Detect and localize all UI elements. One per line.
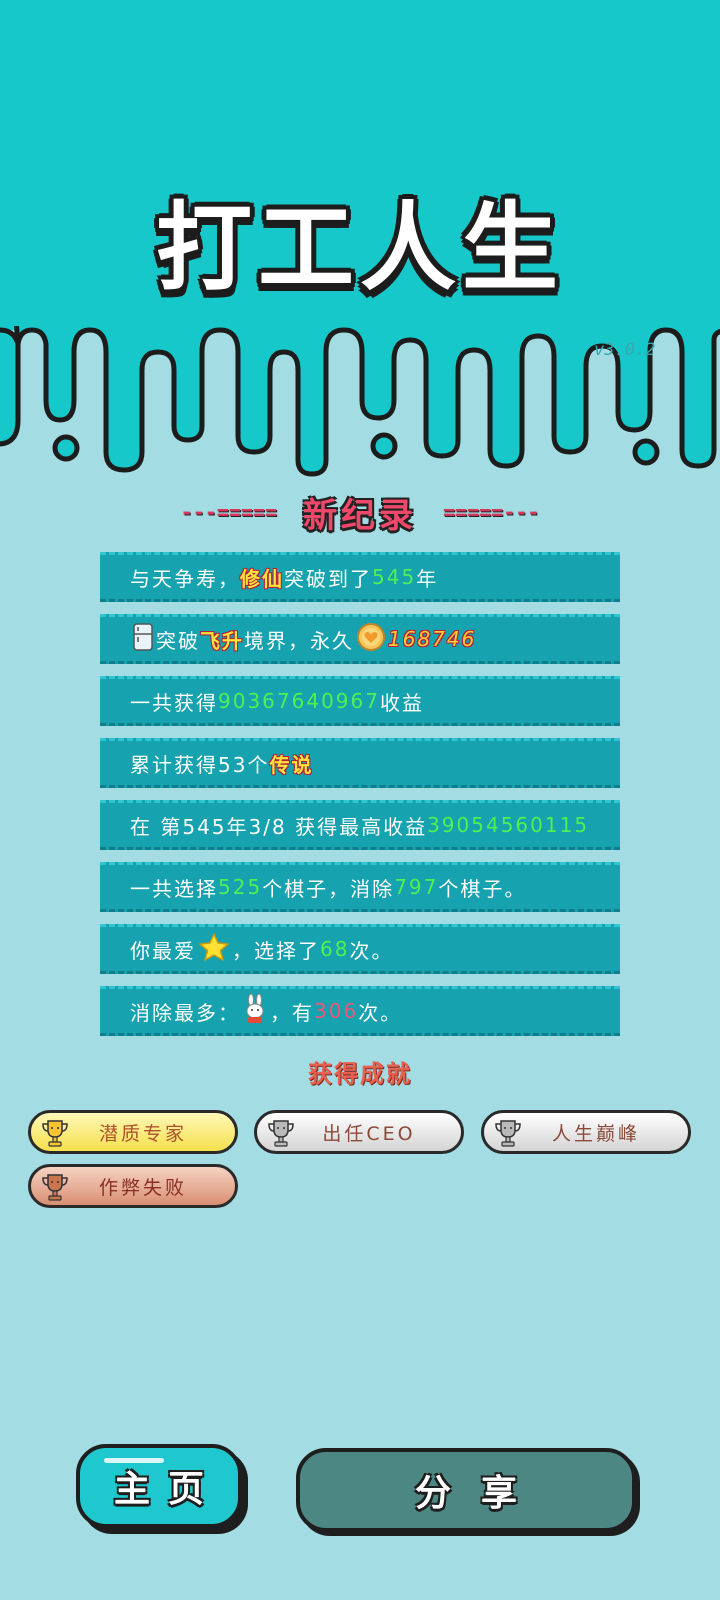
record-value: 68 — [320, 937, 350, 961]
record-text: 次。 — [349, 938, 394, 963]
record-highlight: 飞升 — [200, 628, 244, 653]
record-text: ，有 — [270, 1000, 314, 1025]
home-button-label: 主页 — [113, 1469, 222, 1510]
record-text: 你最爱 — [130, 938, 196, 963]
record-text: 一共选择 — [130, 876, 218, 901]
achievement-badge: 人生巅峰 — [481, 1110, 691, 1154]
share-button[interactable]: 分享 — [296, 1448, 636, 1532]
trophy-icon — [265, 1118, 297, 1148]
record-text: 在 第545年3/8 获得最高收益 — [130, 814, 428, 839]
record-value: 90367640967 — [218, 689, 380, 713]
record-row-total-income: 一共获得 90367640967 收益 — [100, 676, 620, 726]
record-value: 306 — [314, 999, 359, 1023]
record-row-lifespan: 与天争寿， 修仙 突破到了 545 年 — [100, 552, 620, 602]
version-label: v3.0.2 — [594, 340, 656, 360]
trophy-icon — [492, 1118, 524, 1148]
achievement-badge: 作弊失败 — [28, 1164, 238, 1208]
record-row-pieces: 一共选择 525 个棋子，消除 797 个棋子。 — [100, 862, 620, 912]
records-list: 与天争寿， 修仙 突破到了 545 年 突破 飞升 境界，永久 168746 一共获得 903… — [100, 552, 620, 1048]
record-row-max-income: 在 第545年3/8 获得最高收益 39054560115 — [100, 800, 620, 850]
achievement-badge: 出任CEO — [254, 1110, 464, 1154]
record-text: 个棋子，消除 — [262, 876, 395, 901]
record-text: 次。 — [358, 1000, 403, 1025]
record-value: 797 — [394, 875, 439, 899]
record-row-favorite: 你最爱 ，选择了 68 次。 — [100, 924, 620, 974]
record-value: 39054560115 — [427, 813, 590, 837]
app-title: 打工人生 — [156, 192, 564, 304]
right-dashes: =====--- — [443, 500, 540, 524]
trophy-icon — [39, 1118, 71, 1148]
rabbit-icon — [242, 993, 268, 1030]
achievement-badge: 潜质专家 — [28, 1110, 238, 1154]
trophy-icon — [39, 1172, 71, 1202]
record-text: 累计获得53个 — [130, 752, 270, 777]
record-text: 收益 — [379, 690, 424, 715]
heart-coin-icon — [356, 622, 386, 657]
record-highlight: 修仙 — [240, 566, 284, 591]
record-text: 与天争寿， — [130, 566, 240, 591]
records-section-header: ---===== 新纪录 =====--- — [0, 490, 720, 536]
header-banner: 打工人生 v3.0.2 — [0, 0, 720, 480]
achievements-title: 获得成就 — [308, 1060, 412, 1088]
home-button[interactable]: 主页 — [76, 1444, 242, 1528]
record-text: ，选择了 — [232, 938, 320, 963]
record-text: 境界，永久 — [244, 628, 354, 653]
record-text: 突破 — [156, 628, 200, 653]
record-highlight: 传说 — [269, 752, 314, 777]
record-text: 突破到了 — [284, 566, 372, 591]
share-button-label: 分享 — [414, 1473, 547, 1514]
fridge-icon — [132, 622, 154, 656]
record-value: 168746 — [388, 627, 477, 651]
record-text: 消除最多： — [130, 1000, 240, 1025]
left-dashes: ---===== — [180, 500, 277, 524]
record-text: 年 — [416, 566, 439, 591]
record-value: 545 — [372, 565, 417, 589]
record-value: 525 — [218, 875, 263, 899]
record-text: 一共获得 — [130, 690, 218, 715]
record-row-legends: 累计获得53个 传说 — [100, 738, 620, 788]
star-icon — [198, 932, 230, 967]
record-row-ascension: 突破 飞升 境界，永久 168746 — [100, 614, 620, 664]
records-title: 新纪录 — [303, 495, 417, 536]
record-text: 个棋子。 — [438, 876, 527, 901]
record-row-most-eliminated: 消除最多： ，有 306 次。 — [100, 986, 620, 1036]
